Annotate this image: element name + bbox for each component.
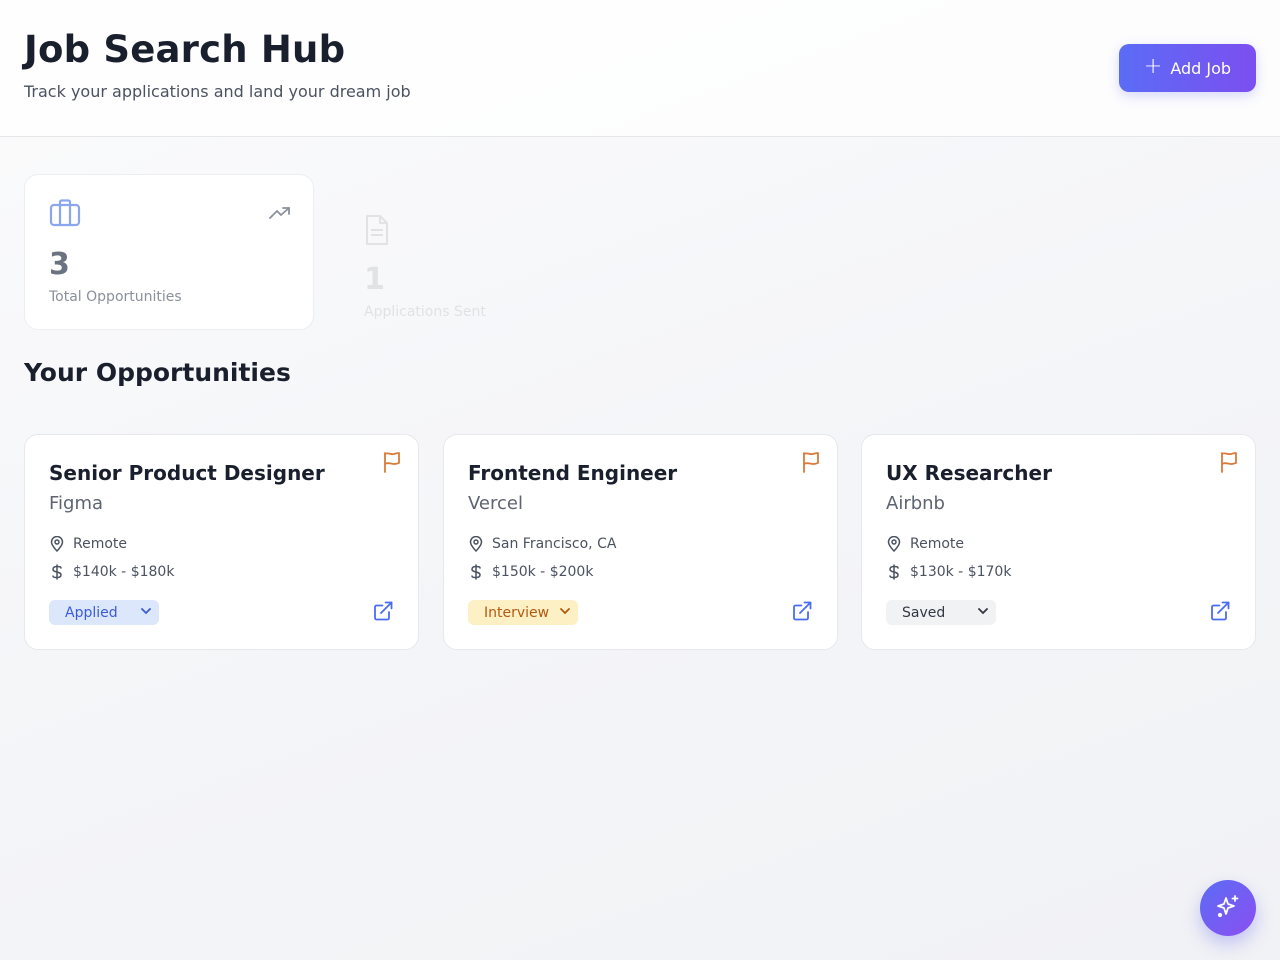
add-job-button-label: Add Job <box>1170 58 1232 78</box>
section-title: Your Opportunities <box>24 358 291 387</box>
flag-icon[interactable] <box>382 451 402 477</box>
flag-icon[interactable] <box>1219 451 1239 477</box>
stat-value: 1 <box>364 262 385 297</box>
external-link-icon[interactable] <box>373 601 393 625</box>
dollar-icon <box>49 564 65 580</box>
ai-assistant-button[interactable] <box>1200 880 1256 936</box>
job-location-row: Remote <box>886 536 964 552</box>
chevron-down-icon <box>141 607 151 618</box>
chevron-down-icon <box>560 607 570 618</box>
job-location-row: Remote <box>49 536 127 552</box>
page-subtitle: Track your applications and land your dr… <box>24 82 411 101</box>
trending-up-icon <box>269 205 291 224</box>
add-job-button[interactable]: + Add Job <box>1119 44 1256 92</box>
flag-icon[interactable] <box>801 451 821 477</box>
job-salary: $150k - $200k <box>492 564 594 580</box>
map-pin-icon <box>49 536 65 552</box>
job-company: Vercel <box>468 493 523 514</box>
job-card[interactable]: Frontend Engineer Vercel San Francisco, … <box>443 434 838 650</box>
job-company: Airbnb <box>886 493 945 514</box>
app-header: Job Search Hub Track your applications a… <box>0 0 1280 137</box>
dollar-icon <box>468 564 484 580</box>
plus-icon: + <box>1143 54 1163 79</box>
job-salary: $140k - $180k <box>73 564 175 580</box>
external-link-icon[interactable] <box>1210 601 1230 625</box>
job-salary-row: $140k - $180k <box>49 564 174 580</box>
briefcase-icon <box>49 199 81 231</box>
external-link-icon[interactable] <box>792 601 812 625</box>
job-salary-row: $130k - $170k <box>886 564 1011 580</box>
map-pin-icon <box>886 536 902 552</box>
stat-card-total-opportunities: 3 Total Opportunities <box>24 174 314 330</box>
sparkles-icon <box>1215 894 1241 923</box>
job-company: Figma <box>49 493 104 514</box>
status-select[interactable]: Saved <box>886 600 996 625</box>
job-location-row: San Francisco, CA <box>468 536 616 552</box>
map-pin-icon <box>468 536 484 552</box>
job-title: UX Researcher <box>886 461 1052 485</box>
page: Job Search Hub Track your applications a… <box>0 0 1280 960</box>
job-card[interactable]: Senior Product Designer Figma Remote $14… <box>24 434 419 650</box>
status-value: Saved <box>902 604 946 621</box>
job-salary-row: $150k - $200k <box>468 564 593 580</box>
file-text-icon <box>364 214 390 250</box>
stat-card-applications-sent: 1 Applications Sent <box>340 190 630 346</box>
job-location: San Francisco, CA <box>492 536 617 552</box>
job-location: Remote <box>910 536 965 552</box>
stat-label: Total Opportunities <box>49 289 182 305</box>
chevron-down-icon <box>978 607 988 618</box>
status-select[interactable]: Applied <box>49 600 159 625</box>
job-salary: $130k - $170k <box>910 564 1012 580</box>
dollar-icon <box>886 564 902 580</box>
job-location: Remote <box>73 536 128 552</box>
job-card[interactable]: UX Researcher Airbnb Remote $130k - $170… <box>861 434 1256 650</box>
status-value: Applied <box>65 604 118 621</box>
status-select[interactable]: Interview <box>468 600 578 625</box>
stat-label: Applications Sent <box>364 304 486 320</box>
job-title: Frontend Engineer <box>468 461 678 485</box>
stat-value: 3 <box>49 247 70 282</box>
page-title: Job Search Hub <box>24 28 346 71</box>
job-title: Senior Product Designer <box>49 461 325 485</box>
status-value: Interview <box>484 604 550 621</box>
